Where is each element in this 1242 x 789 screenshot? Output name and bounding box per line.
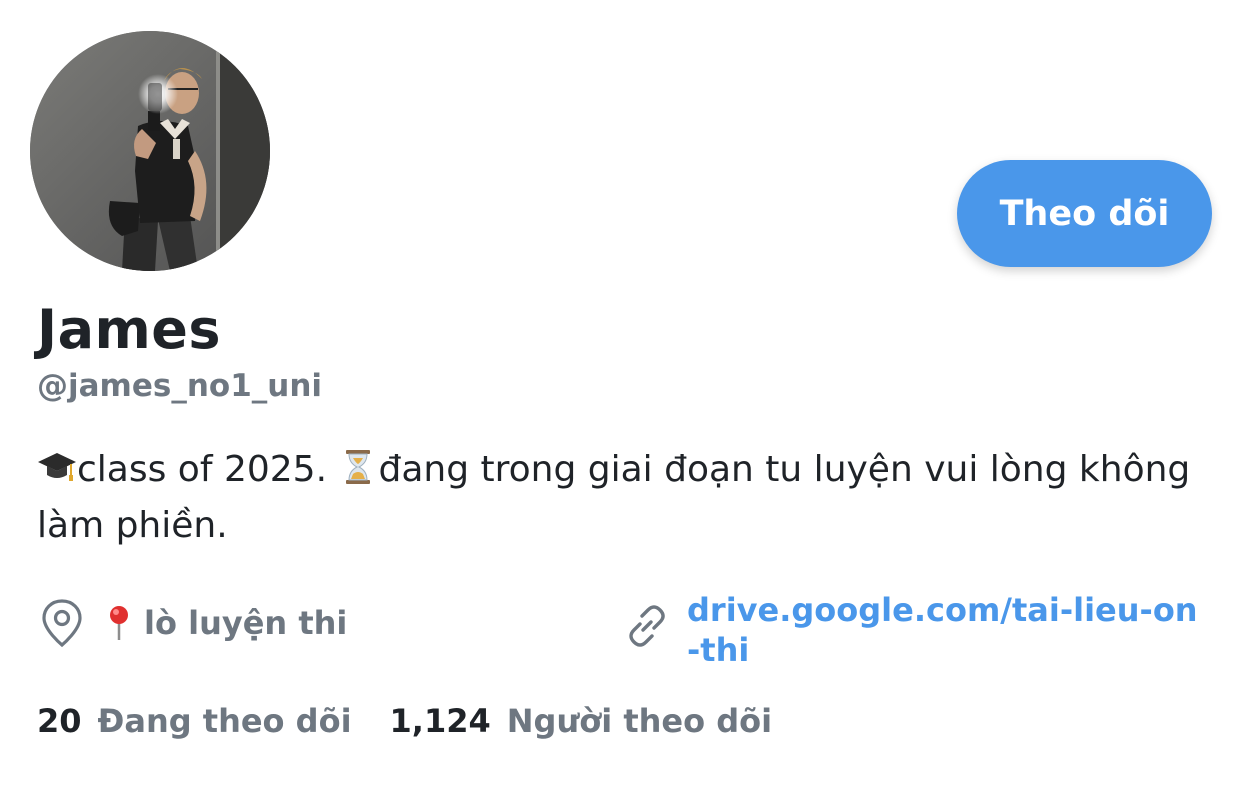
- followers-label: Người theo dõi: [506, 702, 773, 740]
- profile-website: drive.google.com/tai-lieu-on-thi: [623, 590, 1207, 670]
- location-text: lò luyện thi: [144, 604, 348, 642]
- user-handle: @james_no1_uni: [37, 368, 323, 404]
- follow-stats: 20 Đang theo dõi 1,124 Người theo dõi: [37, 702, 772, 740]
- following-count: 20: [37, 702, 82, 740]
- profile-avatar[interactable]: [30, 31, 270, 271]
- graduation-cap-emoji: [38, 453, 76, 481]
- display-name: James: [37, 298, 222, 361]
- website-link[interactable]: drive.google.com/tai-lieu-on-thi: [687, 590, 1207, 670]
- profile-bio: class of 2025. đang trong giai đoạn tu l…: [37, 442, 1207, 554]
- profile-location: lò luyện thi: [40, 598, 347, 648]
- followers-stat[interactable]: 1,124 Người theo dõi: [390, 702, 773, 740]
- bio-text-part-1: class of 2025.: [77, 449, 339, 490]
- map-pin-outline-icon: [42, 599, 82, 648]
- round-pushpin-emoji: [110, 606, 128, 640]
- follow-button[interactable]: Theo dõi: [957, 160, 1212, 267]
- avatar-photo: [30, 31, 270, 271]
- link-chain-icon: [629, 605, 665, 647]
- followers-count: 1,124: [389, 702, 491, 740]
- hourglass-emoji: [346, 450, 371, 484]
- following-label: Đang theo dõi: [97, 702, 352, 740]
- following-stat[interactable]: 20 Đang theo dõi: [37, 702, 352, 740]
